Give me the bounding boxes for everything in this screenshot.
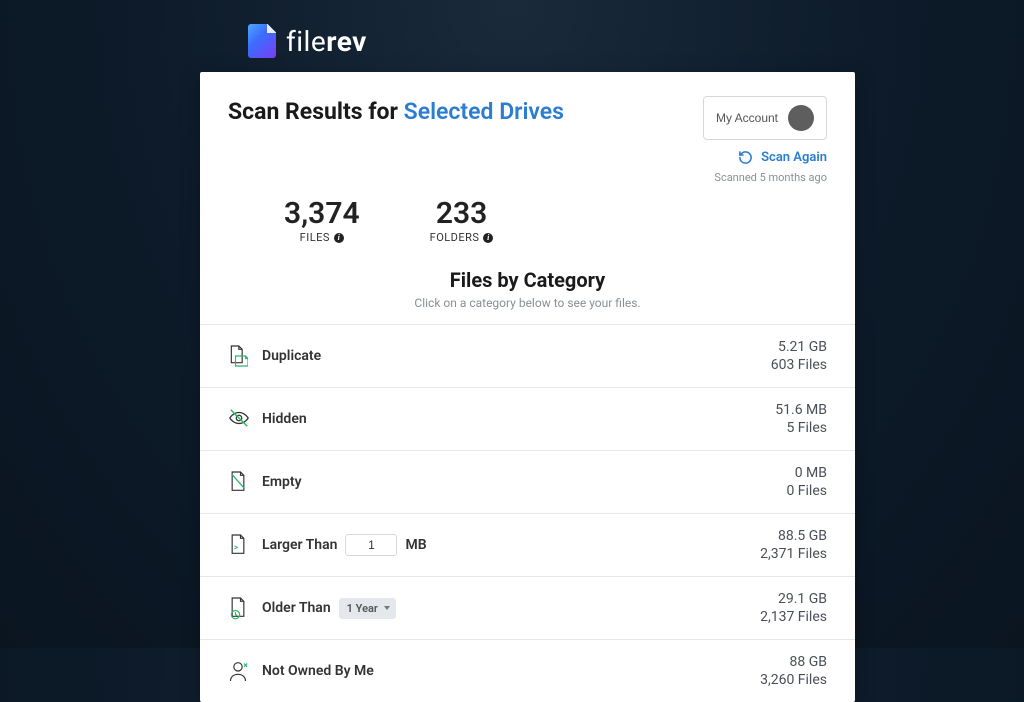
- category-list: Duplicate 5.21 GB 603 Files Hidden 51.6 …: [200, 324, 855, 702]
- larger-threshold-input[interactable]: [345, 534, 397, 556]
- category-row-duplicate[interactable]: Duplicate 5.21 GB 603 Files: [200, 325, 855, 388]
- folders-label-wrap: FOLDERS i: [430, 231, 494, 244]
- folders-count: 233: [430, 196, 494, 231]
- larger-icon: >: [228, 533, 248, 557]
- category-size: 88.5 GB: [760, 528, 827, 544]
- page-title-wrap: Scan Results for Selected Drives: [228, 96, 564, 125]
- logo-text-part1: file: [286, 25, 326, 58]
- category-label: Hidden: [262, 411, 307, 427]
- stats-row: 3,374 FILES i 233 FOLDERS i: [200, 184, 855, 264]
- scanned-timestamp: Scanned 5 months ago: [714, 171, 827, 184]
- empty-icon: [228, 470, 248, 494]
- my-account-button[interactable]: My Account: [703, 96, 827, 140]
- larger-label-post: MB: [405, 537, 426, 553]
- stat-files: 3,374 FILES i: [284, 196, 360, 244]
- selected-drives-link[interactable]: Selected Drives: [404, 98, 564, 125]
- category-files: 3,260 Files: [760, 672, 827, 688]
- files-label: FILES: [300, 231, 330, 244]
- older-threshold-dropdown[interactable]: 1 Year: [339, 598, 396, 619]
- svg-text:>: >: [234, 543, 239, 553]
- category-row-hidden[interactable]: Hidden 51.6 MB 5 Files: [200, 388, 855, 451]
- my-account-label: My Account: [716, 111, 778, 125]
- title-prefix: Scan Results for: [228, 98, 404, 125]
- account-column: My Account Scan Again Scanned 5 months a…: [703, 96, 827, 184]
- category-size: 0 MB: [786, 465, 827, 481]
- hidden-icon: [228, 407, 248, 431]
- files-count: 3,374: [284, 196, 360, 231]
- category-row-empty[interactable]: Empty 0 MB 0 Files: [200, 451, 855, 514]
- scan-again-button[interactable]: Scan Again: [738, 150, 827, 165]
- logo-icon: [248, 24, 276, 58]
- person-icon: [228, 659, 248, 683]
- category-size: 88 GB: [760, 654, 827, 670]
- logo-text-part2: rev: [326, 25, 367, 58]
- category-size: 51.6 MB: [775, 402, 827, 418]
- older-label-pre: Older Than: [262, 600, 331, 616]
- scan-results-card: Scan Results for Selected Drives My Acco…: [200, 72, 855, 702]
- info-icon[interactable]: i: [334, 233, 344, 243]
- page-title: Scan Results for Selected Drives: [228, 98, 564, 125]
- category-label: Duplicate: [262, 348, 321, 364]
- category-label: Older Than 1 Year: [262, 598, 396, 619]
- brand-logo: filerev: [248, 24, 367, 58]
- stat-folders: 233 FOLDERS i: [430, 196, 494, 244]
- duplicate-icon: [228, 344, 248, 368]
- folders-label: FOLDERS: [430, 231, 480, 244]
- category-row-not-owned[interactable]: Not Owned By Me 88 GB 3,260 Files: [200, 640, 855, 702]
- category-files: 603 Files: [771, 357, 827, 373]
- category-label: Empty: [262, 474, 302, 490]
- section-title: Files by Category: [200, 268, 855, 292]
- category-label: Larger Than MB: [262, 534, 427, 556]
- section-header: Files by Category Click on a category be…: [200, 264, 855, 324]
- category-files: 2,371 Files: [760, 546, 827, 562]
- card-header: Scan Results for Selected Drives My Acco…: [200, 72, 855, 184]
- category-size: 5.21 GB: [771, 339, 827, 355]
- avatar: [788, 105, 814, 131]
- logo-text: filerev: [286, 25, 367, 58]
- category-label: Not Owned By Me: [262, 663, 374, 679]
- category-files: 5 Files: [775, 420, 827, 436]
- category-files: 2,137 Files: [760, 609, 827, 625]
- larger-label-pre: Larger Than: [262, 537, 337, 553]
- scan-again-label: Scan Again: [761, 150, 827, 165]
- category-size: 29.1 GB: [760, 591, 827, 607]
- refresh-icon: [738, 150, 753, 165]
- section-subtitle: Click on a category below to see your fi…: [200, 296, 855, 310]
- older-icon: [228, 596, 248, 620]
- category-row-older[interactable]: Older Than 1 Year 29.1 GB 2,137 Files: [200, 577, 855, 640]
- category-row-larger[interactable]: > Larger Than MB 88.5 GB 2,371 Files: [200, 514, 855, 577]
- category-files: 0 Files: [786, 483, 827, 499]
- info-icon[interactable]: i: [483, 233, 493, 243]
- files-label-wrap: FILES i: [284, 231, 360, 244]
